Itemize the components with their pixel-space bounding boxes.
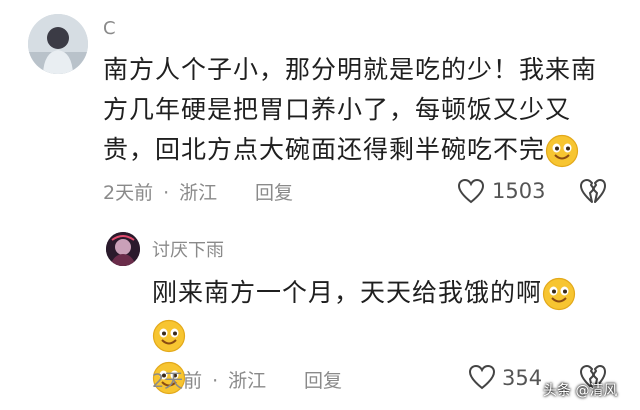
reply-button[interactable]: 回复 — [304, 366, 342, 393]
dislike-button[interactable] — [578, 176, 608, 206]
like-count: 1503 — [492, 179, 546, 203]
reply-avatar[interactable] — [106, 232, 140, 266]
heart-icon — [457, 178, 485, 204]
timestamp: 2天前 — [103, 182, 154, 204]
comment-text: 南方人个子小，那分明就是吃的少！我来南方几年硬是把胃口养小了，每顿饭又少又贵，回… — [103, 50, 613, 170]
broken-heart-icon — [580, 179, 606, 203]
reply-username[interactable]: 讨厌下雨 — [152, 236, 224, 262]
smile-emoji-icon — [542, 277, 576, 311]
avatar[interactable] — [28, 14, 88, 74]
heart-icon — [468, 364, 496, 390]
reply-meta: 2天前 · 浙江 — [152, 366, 266, 393]
like-button[interactable] — [467, 362, 497, 392]
location: 浙江 — [228, 370, 267, 392]
location: 浙江 — [179, 182, 218, 204]
username[interactable]: C — [103, 18, 116, 39]
meta-separator: · — [212, 370, 219, 392]
timestamp: 2天前 — [152, 370, 203, 392]
like-button[interactable] — [456, 176, 486, 206]
watermark: 头条 @清风 — [543, 383, 618, 399]
reply-body: 刚来南方一个月，天天给我饿的啊 — [152, 278, 543, 307]
like-count: 354 — [502, 366, 543, 390]
smile-emoji-icon — [152, 319, 186, 353]
meta-separator: · — [163, 182, 170, 204]
reply-button[interactable]: 回复 — [255, 178, 293, 205]
comment-meta: 2天前 · 浙江 — [103, 178, 217, 205]
comment-body: 南方人个子小，那分明就是吃的少！我来南方几年硬是把胃口养小了，每顿饭又少又贵，回… — [103, 55, 598, 164]
smile-emoji-icon — [545, 134, 579, 168]
